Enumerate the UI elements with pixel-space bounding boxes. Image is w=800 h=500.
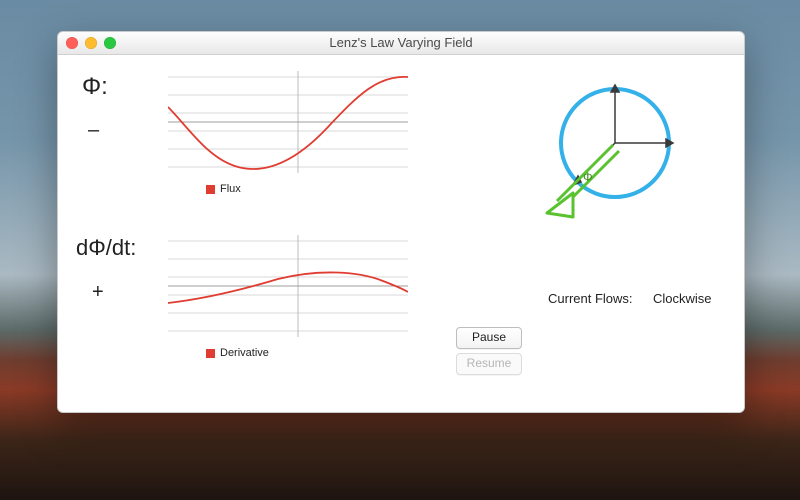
close-icon[interactable] bbox=[66, 37, 78, 49]
titlebar[interactable]: Lenz's Law Varying Field bbox=[58, 32, 744, 55]
traffic-lights bbox=[66, 37, 116, 49]
derivative-chart-svg bbox=[168, 231, 408, 341]
flux-chart: Flux bbox=[168, 67, 408, 177]
coil-diagram: Φ bbox=[523, 73, 693, 246]
derivative-chart-legend: Derivative bbox=[206, 347, 269, 359]
derivative-symbol: dΦ/dt: bbox=[76, 235, 136, 261]
flux-chart-legend: Flux bbox=[206, 183, 241, 195]
flux-chart-svg bbox=[168, 67, 408, 177]
derivative-chart: Derivative bbox=[168, 231, 408, 341]
flux-legend-label: Flux bbox=[220, 183, 241, 195]
desktop-wallpaper: Lenz's Law Varying Field Φ: – bbox=[0, 0, 800, 500]
flux-symbol: Φ: bbox=[82, 73, 108, 101]
pause-button-label: Pause bbox=[472, 330, 506, 344]
minimize-icon[interactable] bbox=[85, 37, 97, 49]
resume-button-label: Resume bbox=[467, 356, 512, 370]
window-title: Lenz's Law Varying Field bbox=[329, 35, 472, 50]
zoom-icon[interactable] bbox=[104, 37, 116, 49]
derivative-legend-label: Derivative bbox=[220, 347, 269, 359]
current-flows-value: Clockwise bbox=[653, 291, 712, 306]
flux-sign: – bbox=[88, 119, 99, 142]
derivative-sign: + bbox=[92, 281, 104, 304]
window-content: Φ: – bbox=[58, 55, 744, 413]
app-window: Lenz's Law Varying Field Φ: – bbox=[57, 31, 745, 413]
pause-button[interactable]: Pause bbox=[456, 327, 522, 349]
flux-legend-swatch-icon bbox=[206, 185, 215, 194]
current-flows-label: Current Flows: bbox=[548, 291, 633, 306]
flux-arrow-label: Φ bbox=[583, 170, 593, 184]
derivative-legend-swatch-icon bbox=[206, 349, 215, 358]
resume-button: Resume bbox=[456, 353, 522, 375]
